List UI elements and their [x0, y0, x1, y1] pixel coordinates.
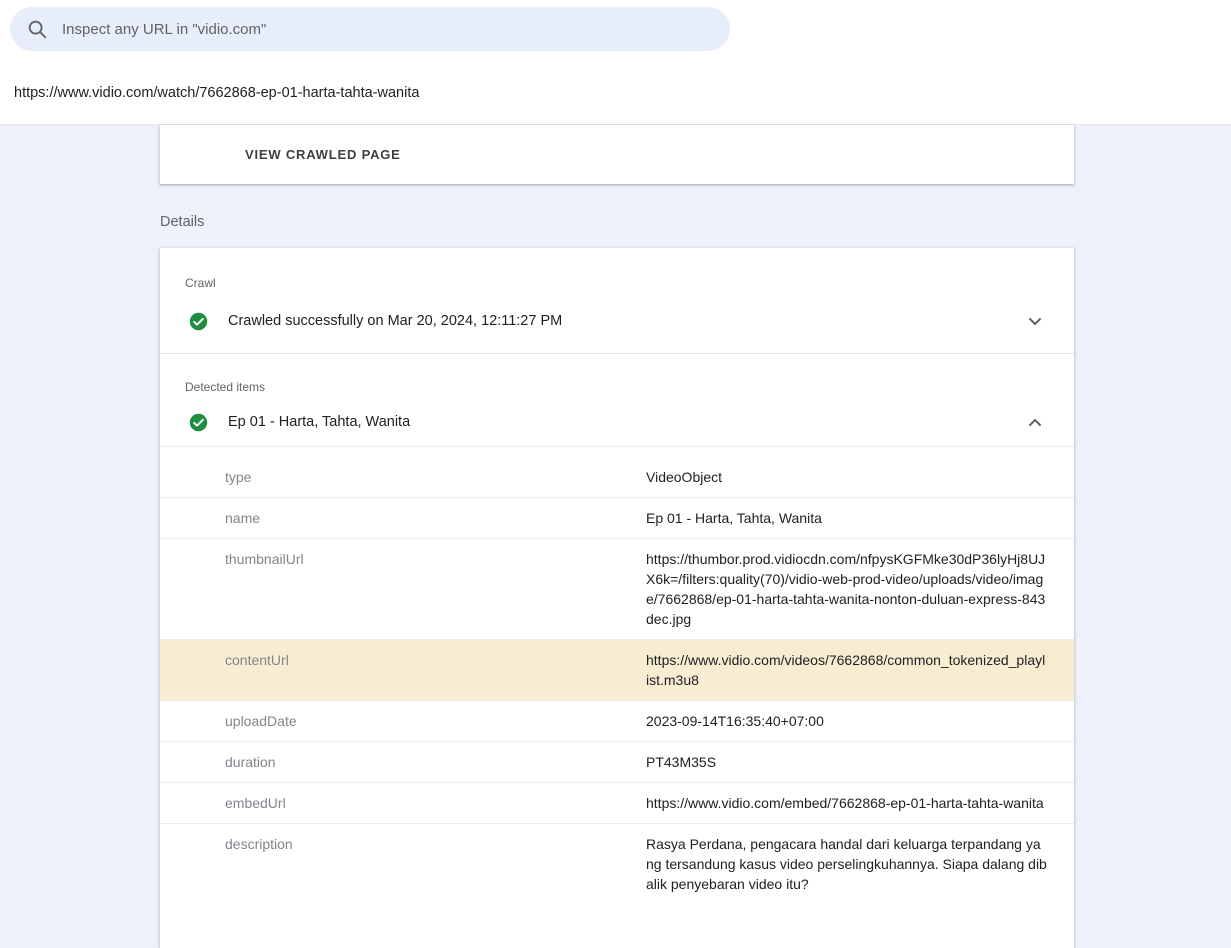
- property-row: thumbnailUrl https://thumbor.prod.vidioc…: [160, 538, 1074, 639]
- property-key: uploadDate: [160, 701, 646, 741]
- inspected-url-text: https://www.vidio.com/watch/7662868-ep-0…: [14, 85, 419, 101]
- top-header: https://www.vidio.com/watch/7662868-ep-0…: [0, 0, 1231, 125]
- crawled-page-card: VIEW CRAWLED PAGE: [160, 125, 1074, 184]
- property-key: name: [160, 498, 646, 538]
- detected-items-section-label: Detected items: [160, 354, 1074, 394]
- property-value: Rasya Perdana, pengacara handal dari kel…: [646, 824, 1074, 904]
- property-key: thumbnailUrl: [160, 539, 646, 639]
- property-value: https://www.vidio.com/videos/7662868/com…: [646, 640, 1074, 700]
- property-key: description: [160, 824, 646, 904]
- property-row: name Ep 01 - Harta, Tahta, Wanita: [160, 497, 1074, 538]
- property-key: contentUrl: [160, 640, 646, 700]
- property-value: https://www.vidio.com/embed/7662868-ep-0…: [646, 783, 1074, 823]
- crawl-status-text: Crawled successfully on Mar 20, 2024, 12…: [228, 313, 1023, 329]
- property-key: embedUrl: [160, 783, 646, 823]
- crawl-section-label: Crawl: [160, 248, 1074, 290]
- check-circle-icon: [188, 412, 209, 433]
- url-inspection-search-bar[interactable]: [10, 7, 730, 51]
- detected-item-row[interactable]: Ep 01 - Harta, Tahta, Wanita: [160, 394, 1074, 446]
- property-value: VideoObject: [646, 447, 1074, 497]
- property-value: PT43M35S: [646, 742, 1074, 782]
- url-inspection-input[interactable]: [62, 21, 714, 38]
- view-crawled-page-button[interactable]: VIEW CRAWLED PAGE: [245, 147, 401, 162]
- property-value: Ep 01 - Harta, Tahta, Wanita: [646, 498, 1074, 538]
- property-value: https://thumbor.prod.vidiocdn.com/nfpysK…: [646, 539, 1074, 639]
- search-icon: [26, 18, 48, 40]
- property-key: type: [160, 447, 646, 497]
- details-card: Crawl Crawled successfully on Mar 20, 20…: [160, 248, 1074, 948]
- property-row: embedUrl https://www.vidio.com/embed/766…: [160, 782, 1074, 823]
- property-row: description Rasya Perdana, pengacara han…: [160, 823, 1074, 904]
- property-row: type VideoObject: [160, 446, 1074, 497]
- property-value: 2023-09-14T16:35:40+07:00: [646, 701, 1074, 741]
- detected-item-title: Ep 01 - Harta, Tahta, Wanita: [228, 414, 1023, 430]
- chevron-up-icon[interactable]: [1023, 410, 1047, 434]
- property-key: duration: [160, 742, 646, 782]
- detected-item-properties-table: type VideoObject name Ep 01 - Harta, Tah…: [160, 446, 1074, 904]
- details-section-title: Details: [160, 214, 204, 230]
- check-circle-icon: [188, 311, 209, 332]
- property-row: uploadDate 2023-09-14T16:35:40+07:00: [160, 700, 1074, 741]
- crawl-status-row[interactable]: Crawled successfully on Mar 20, 2024, 12…: [160, 290, 1074, 353]
- property-row: duration PT43M35S: [160, 741, 1074, 782]
- property-row: contentUrl https://www.vidio.com/videos/…: [160, 639, 1074, 700]
- chevron-down-icon[interactable]: [1023, 309, 1047, 333]
